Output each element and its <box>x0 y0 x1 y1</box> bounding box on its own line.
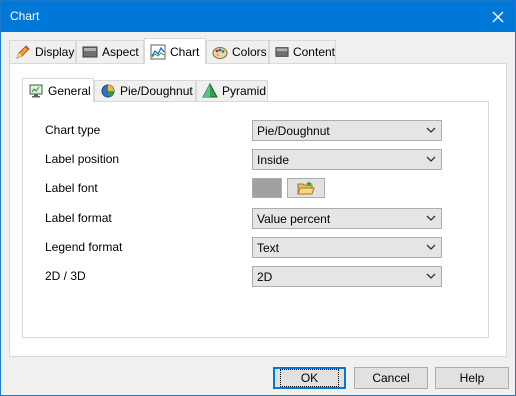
subtab-pyramid[interactable]: Pyramid <box>196 80 268 101</box>
ok-button[interactable]: OK <box>273 367 346 389</box>
dimension-value: 2D <box>257 269 273 284</box>
label-font-button[interactable] <box>287 178 325 198</box>
label-font-label: Label font <box>45 181 98 195</box>
subtab-pie-doughnut[interactable]: Pie/Doughnut <box>94 80 196 101</box>
window-title: Chart <box>10 9 40 23</box>
chart-type-value: Pie/Doughnut <box>257 123 330 138</box>
tab-label: Display <box>35 45 75 59</box>
help-button-label: Help <box>459 371 485 385</box>
cancel-button[interactable]: Cancel <box>354 367 428 389</box>
label-format-select[interactable]: Value percent <box>252 208 442 229</box>
tab-label: Aspect <box>102 45 139 59</box>
label-format-label: Label format <box>45 211 112 225</box>
cancel-button-label: Cancel <box>372 371 410 385</box>
label-position-label: Label position <box>45 152 120 166</box>
palette-icon <box>212 47 228 59</box>
subtab-label: Pyramid <box>222 84 267 98</box>
chart-type-label: Chart type <box>45 123 101 137</box>
tab-chart[interactable]: Chart <box>144 38 206 64</box>
folder-icon <box>297 181 315 195</box>
title-bar[interactable]: Chart <box>1 1 515 32</box>
subtab-label: Pie/Doughnut <box>120 84 193 98</box>
chevron-down-icon <box>426 215 436 221</box>
pencil-icon <box>16 45 30 59</box>
legend-format-select[interactable]: Text <box>252 237 442 258</box>
pyramid-icon <box>202 83 218 98</box>
general-panel: Chart type Pie/Doughnut Label position I… <box>22 101 489 338</box>
tab-label: Chart <box>170 44 200 59</box>
chart-type-select[interactable]: Pie/Doughnut <box>252 120 442 141</box>
chevron-down-icon <box>426 127 436 133</box>
dimension-select[interactable]: 2D <box>252 266 442 287</box>
tab-label: Content <box>292 45 335 59</box>
help-button[interactable]: Help <box>435 367 509 389</box>
label-format-value: Value percent <box>257 211 331 226</box>
tab-label: Colors <box>232 45 267 59</box>
subtab-general[interactable]: General <box>22 78 94 102</box>
label-font-color-swatch[interactable] <box>252 178 282 198</box>
tab-aspect[interactable]: Aspect <box>76 40 144 63</box>
label-position-value: Inside <box>257 152 290 167</box>
pie-icon <box>101 84 115 98</box>
tab-display[interactable]: Display <box>9 40 76 63</box>
subtab-label: General <box>48 83 91 98</box>
panel-icon <box>275 47 289 57</box>
chevron-down-icon <box>426 273 436 279</box>
chart-dialog: Chart Display Aspect Chart Colors Conten… <box>0 0 516 396</box>
dimension-label: 2D / 3D <box>45 269 86 283</box>
close-button[interactable] <box>481 1 515 32</box>
tab-colors[interactable]: Colors <box>206 40 269 63</box>
line-chart-icon <box>150 44 166 59</box>
panel-icon <box>82 46 98 58</box>
legend-format-label: Legend format <box>45 240 123 254</box>
ok-button-label: OK <box>279 369 340 387</box>
close-icon <box>492 11 504 22</box>
label-position-select[interactable]: Inside <box>252 149 442 170</box>
legend-format-value: Text <box>257 240 280 255</box>
tab-content[interactable]: Content <box>269 40 336 63</box>
monitor-icon <box>29 84 43 97</box>
chevron-down-icon <box>426 156 436 162</box>
chart-tab-panel: General Pie/Doughnut Pyramid Chart type <box>9 63 507 357</box>
chevron-down-icon <box>426 244 436 250</box>
